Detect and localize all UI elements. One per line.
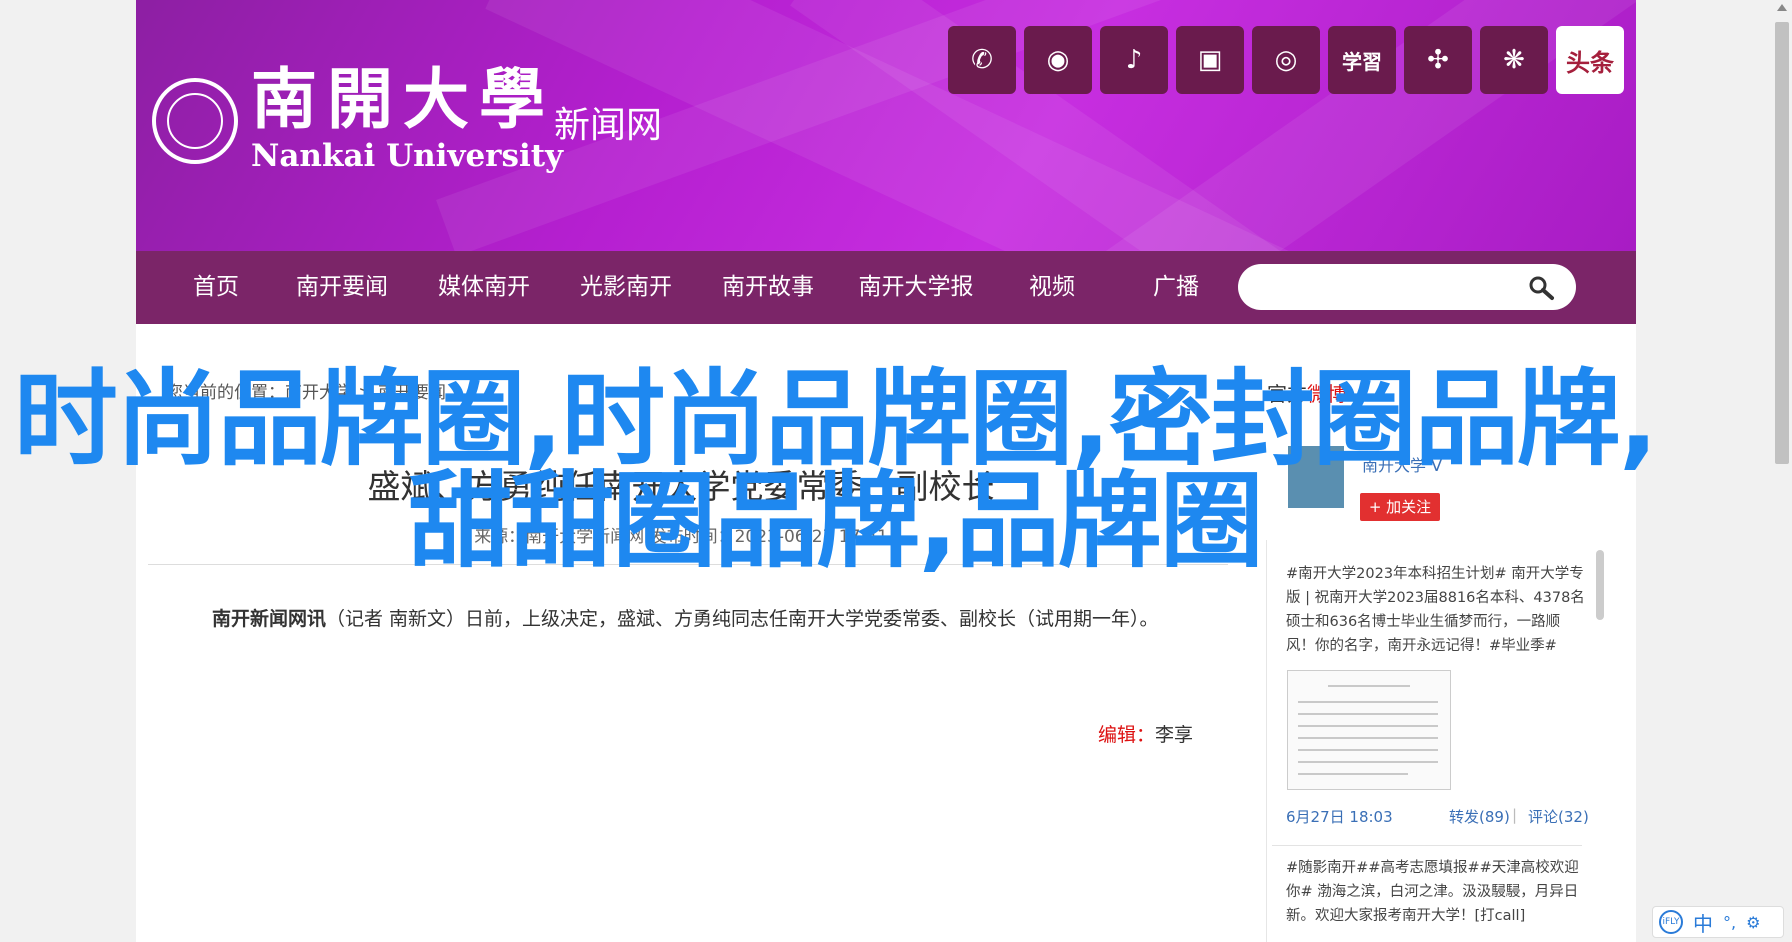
overlay-title: 时尚品牌圈,时尚品牌圈,密封圈品牌,甜甜圈品牌,品牌圈 <box>13 358 1659 582</box>
scroll-up-arrow-icon[interactable] <box>1777 4 1787 11</box>
weibo-icon[interactable]: ◉ <box>1024 26 1092 94</box>
nav-item-gallery[interactable]: 光影南开 <box>580 251 672 324</box>
editor-name: 李享 <box>1155 724 1194 746</box>
article-body: 南开新闻网讯（记者 南新文）日前，上级决定，盛斌、方勇纯同志任南开大学党委常委、… <box>212 604 1172 631</box>
nav-item-home[interactable]: 首页 <box>193 251 239 324</box>
nav-item-stories[interactable]: 南开故事 <box>722 251 814 324</box>
sidebar-border <box>1266 540 1267 942</box>
article-lead: 南开新闻网讯 <box>212 608 327 630</box>
divider <box>1272 845 1582 846</box>
wechat-icon[interactable]: ✆ <box>948 26 1016 94</box>
network-icon[interactable]: ✣ <box>1404 26 1472 94</box>
share-link[interactable]: 转发(89) <box>1449 806 1510 827</box>
post-date[interactable]: 6月27日 18:03 <box>1286 806 1393 827</box>
search-icon[interactable] <box>1526 274 1558 302</box>
search-input[interactable] <box>1258 272 1522 304</box>
social-links: ✆ ◉ ♪ ▣ ◎ 学習 ✣ ❋ 头条 <box>948 26 1624 94</box>
search-box <box>1238 264 1576 310</box>
bilibili-icon[interactable]: ▣ <box>1176 26 1244 94</box>
comment-link[interactable]: 评论(32) <box>1528 806 1589 827</box>
nav-item-newspaper[interactable]: 南开大学报 <box>859 251 974 324</box>
nav-item-media[interactable]: 媒体南开 <box>438 251 530 324</box>
weibo-post-text: #南开大学2023年本科招生计划# 南开大学专版 | 祝南开大学2023届881… <box>1286 566 1585 654</box>
xuexi-icon[interactable]: 学習 <box>1328 26 1396 94</box>
weibo-post-image[interactable] <box>1287 670 1451 790</box>
ifly-logo-icon[interactable]: iFLY <box>1659 910 1683 934</box>
kuaishou-icon[interactable]: ◎ <box>1252 26 1320 94</box>
link-separator: | <box>1512 806 1518 824</box>
weibo-post-text-2: #随影南开##高考志愿填报##天津高校欢迎你# 渤海之滨，白河之津。汲汲駸駸，月… <box>1286 860 1579 924</box>
university-seal-icon <box>152 78 238 164</box>
editor-credit: 编辑：李享 <box>1098 720 1193 747</box>
ime-language-toggle[interactable]: 中 <box>1693 908 1713 937</box>
ime-toolbar: iFLY 中 °, ⚙ <box>1652 906 1784 938</box>
nav-item-news[interactable]: 南开要闻 <box>296 251 388 324</box>
logo-subtitle: 新闻网 <box>554 105 663 146</box>
nav-item-radio[interactable]: 广播 <box>1153 251 1199 324</box>
dandelion-icon[interactable]: ❋ <box>1480 26 1548 94</box>
editor-label: 编辑： <box>1098 724 1156 746</box>
toutiao-icon[interactable]: 头条 <box>1556 26 1624 94</box>
punctuation-icon[interactable]: °, <box>1723 913 1736 932</box>
logo-chinese[interactable]: 南開大學 <box>251 46 555 142</box>
nav-item-video[interactable]: 视频 <box>1029 251 1075 324</box>
gear-icon[interactable]: ⚙ <box>1746 913 1760 932</box>
article-body-text: （记者 南新文）日前，上级决定，盛斌、方勇纯同志任南开大学党委常委、副校长（试用… <box>326 608 1159 630</box>
scrollbar-thumb[interactable] <box>1775 22 1789 464</box>
tiktok-icon[interactable]: ♪ <box>1100 26 1168 94</box>
header-banner: 南開大學 Nankai University 新闻网 ✆ ◉ ♪ ▣ ◎ 学習 … <box>136 0 1636 251</box>
logo-english[interactable]: Nankai University <box>251 138 563 174</box>
